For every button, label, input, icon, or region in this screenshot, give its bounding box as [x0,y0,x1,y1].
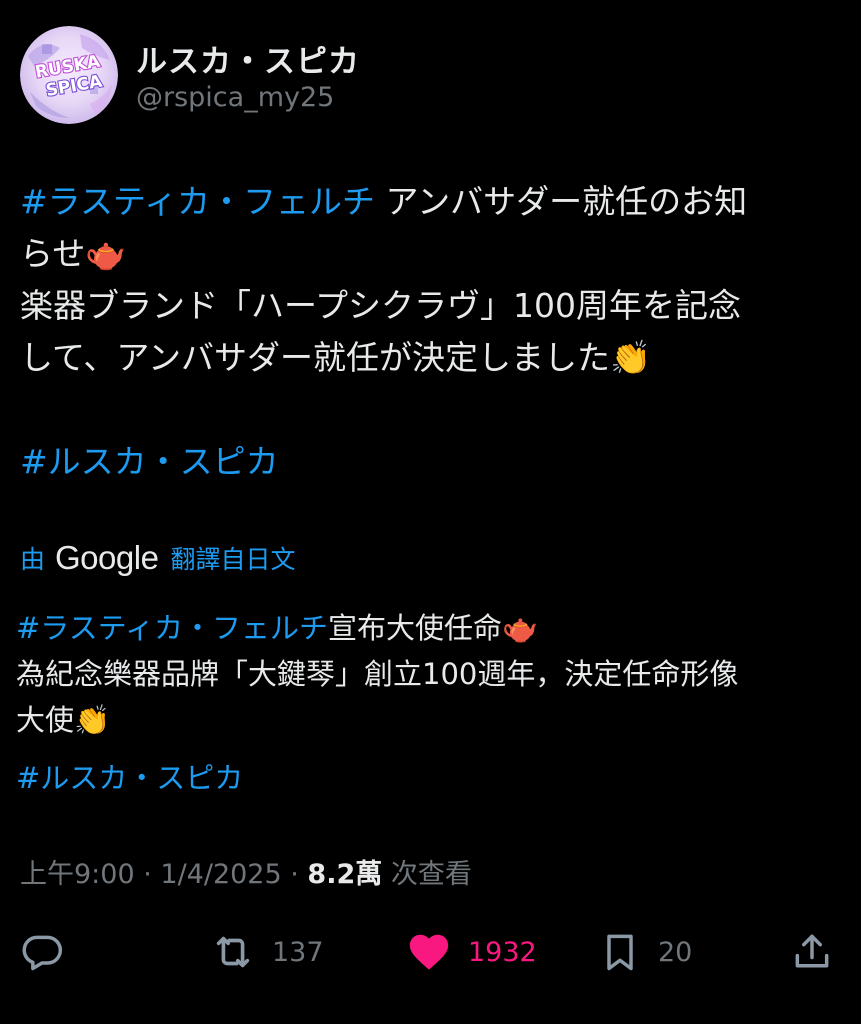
clap-emoji: 👏 [74,703,111,737]
tweet-line: #ラスティカ・フェルチ アンバサダー就任のお知 [20,176,842,228]
tweet-header: RUSKA SPICA ルスカ・スピカ @rspica_my25 [20,26,820,126]
translation-source-label[interactable]: 翻譯自日文 [170,540,295,576]
tweet-line: らせ🫖 [20,228,842,280]
translated-line: #ラスティカ・フェルチ宣布大使任命🫖 [16,605,842,651]
translated-segment: 大使 [16,703,75,737]
bookmark-button[interactable]: 20 [598,922,692,982]
translated-segment: 為紀念樂器品牌「大鍵琴」創立100週年，決定任命形像 [16,657,739,691]
hashtag-link[interactable]: #ルスカ・スピカ [20,442,279,481]
tweet-text-segment: 楽器ブランド「ハープシクラヴ」100周年を記念 [20,286,742,325]
tweet-text: #ラスティカ・フェルチ アンバサダー就任のお知 らせ🫖 楽器ブランド「ハープシク… [20,176,842,488]
hashtag-link[interactable]: #ラスティカ・フェルチ [16,611,328,645]
reply-button[interactable] [20,922,64,982]
clap-emoji: 👏 [610,338,652,377]
retweet-icon [216,936,250,968]
action-bar: 137 1932 20 [20,922,840,982]
tweet-text-segment: アンバサダー就任のお知 [375,182,748,221]
translation-by-label: 由 [20,545,46,574]
reply-icon [22,935,63,971]
meta-separator: · [281,859,308,890]
post-date[interactable]: 1/4/2025 [160,859,281,890]
translated-line: #ルスカ・スピカ [16,755,842,801]
teapot-emoji: 🫖 [85,234,127,273]
teapot-emoji: 🫖 [502,611,539,645]
bookmark-icon [607,934,633,971]
views-label: 次查看 [382,859,472,890]
share-button[interactable] [790,922,834,982]
views-count[interactable]: 8.2萬 [307,859,382,890]
translated-line: 為紀念樂器品牌「大鍵琴」創立100週年，決定任命形像 [16,651,842,697]
tweet-line: #ルスカ・スピカ [20,436,842,488]
share-icon [795,934,829,968]
like-button[interactable]: 1932 [406,922,537,982]
tweet-text-segment: らせ [20,234,86,273]
user-handle[interactable]: @rspica_my25 [136,82,334,113]
translated-line: 大使👏 [16,697,842,743]
tweet-meta: 上午9:00 · 1/4/2025 · 8.2萬 次查看 [20,852,472,891]
tweet-text-segment: して、アンバサダー就任が決定しました [20,338,611,377]
avatar[interactable]: RUSKA SPICA [20,26,118,124]
retweet-button[interactable]: 137 [210,922,324,982]
like-count: 1932 [468,936,537,968]
heart-icon [409,934,449,970]
bookmark-count: 20 [658,936,693,968]
post-time[interactable]: 上午9:00 [20,859,135,890]
google-logo: Google [55,539,159,576]
tweet-line: して、アンバサダー就任が決定しました👏 [20,332,842,384]
hashtag-link[interactable]: #ルスカ・スピカ [16,761,243,795]
translated-text: #ラスティカ・フェルチ宣布大使任命🫖 為紀念樂器品牌「大鍵琴」創立100週年，決… [16,605,842,801]
translation-attribution[interactable]: 由 Google 翻譯自日文 [20,536,295,580]
hashtag-link[interactable]: #ラスティカ・フェルチ [20,182,375,221]
meta-separator: · [134,859,161,890]
tweet-line: 楽器ブランド「ハープシクラヴ」100周年を記念 [20,280,842,332]
display-name[interactable]: ルスカ・スピカ [136,36,360,81]
retweet-count: 137 [272,936,324,968]
translated-segment: 宣布大使任命 [327,611,502,645]
